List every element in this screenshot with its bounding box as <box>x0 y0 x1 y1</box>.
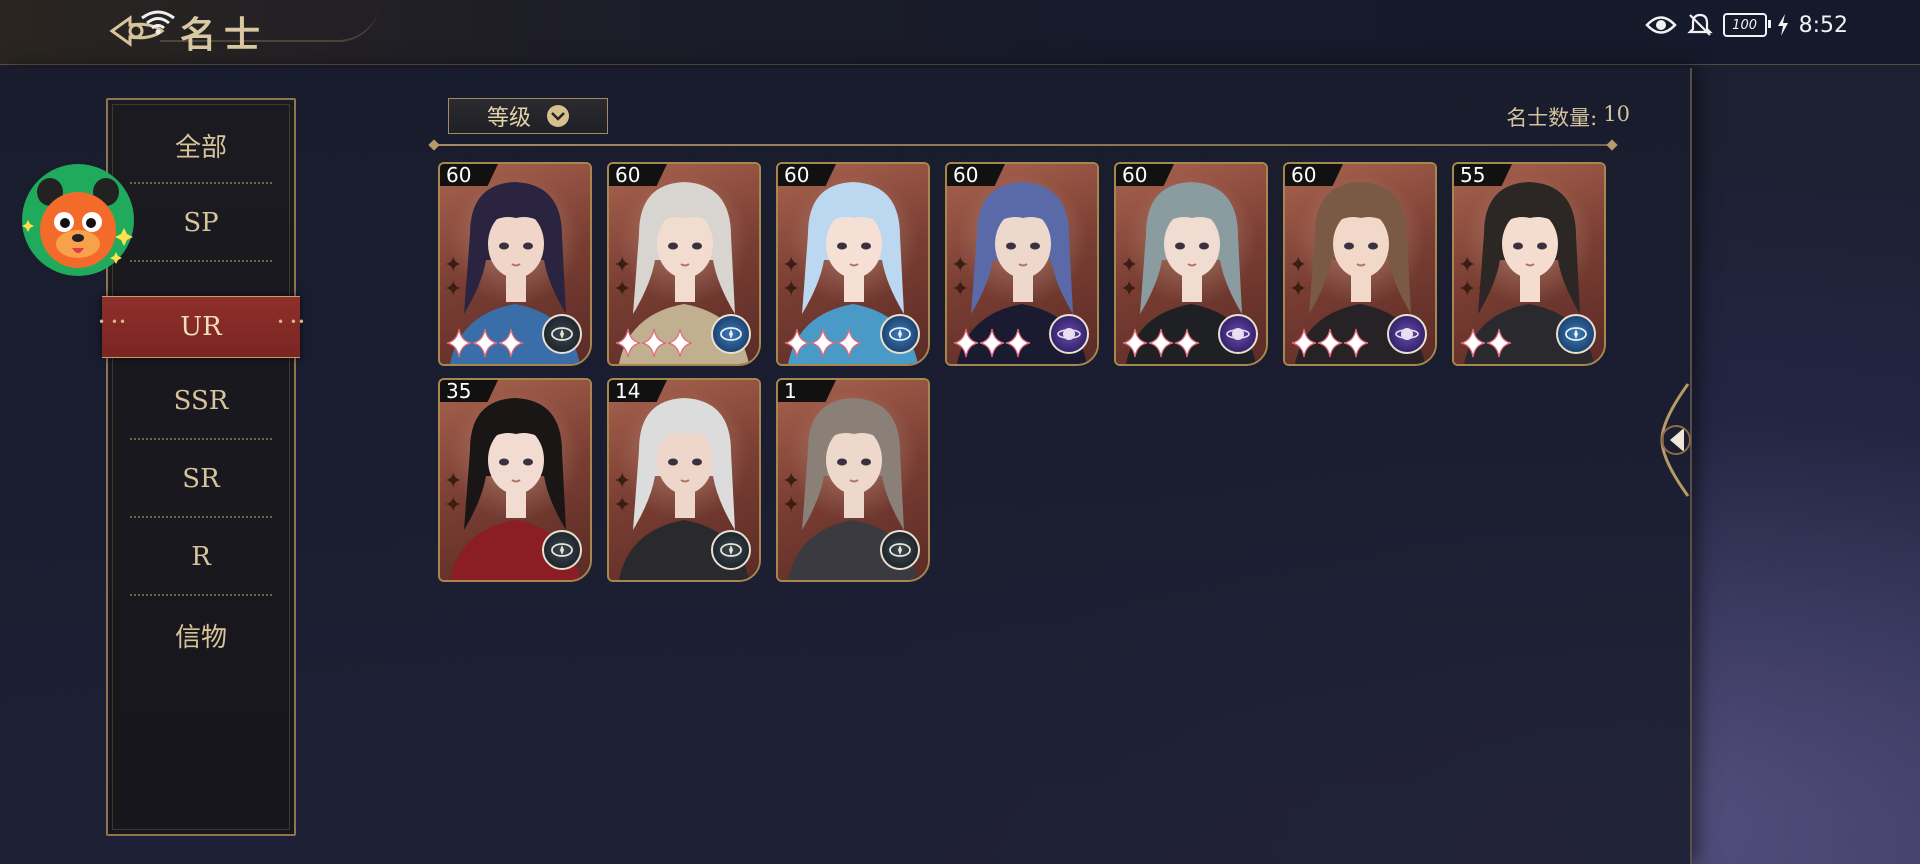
star-icon <box>1148 328 1174 358</box>
charging-icon <box>1777 14 1788 36</box>
star-rating <box>1291 328 1369 358</box>
faction-icon <box>542 530 582 570</box>
star-icon <box>953 328 979 358</box>
character-card[interactable]: ✦ ✦✦ 14 <box>607 378 761 582</box>
wifi-icon <box>140 8 176 36</box>
character-card[interactable]: ✦ ✦✦ 60 <box>1114 162 1268 366</box>
category-ssr[interactable]: SSR <box>108 362 294 440</box>
character-card[interactable]: ✦ ✦✦ 35 <box>438 378 592 582</box>
character-card[interactable]: ✦ ✦✦ 60 <box>945 162 1099 366</box>
star-icon <box>810 328 836 358</box>
star-icon <box>615 328 641 358</box>
mute-bell-icon <box>1686 13 1713 36</box>
star-icon <box>641 328 667 358</box>
faction-icon <box>880 530 920 570</box>
category-token[interactable]: 信物 <box>108 596 294 674</box>
star-icon <box>1122 328 1148 358</box>
character-count: 名士数量: 10 <box>1506 102 1630 132</box>
faction-icon <box>1218 314 1258 354</box>
star-icon <box>836 328 862 358</box>
star-icon <box>1005 328 1031 358</box>
character-card[interactable]: ✦ ✦✦ 1 <box>776 378 930 582</box>
character-card[interactable]: ✦ ✦✦ 60 <box>776 162 930 366</box>
character-card[interactable]: ✦ ✦✦ 60 <box>1283 162 1437 366</box>
mascot-icon <box>22 164 134 276</box>
faction-icon <box>1387 314 1427 354</box>
status-bar: 100 8:52 <box>1644 10 1848 40</box>
star-icon <box>1291 328 1317 358</box>
character-card[interactable]: ✦ ✦✦ 60 <box>438 162 592 366</box>
chevron-left-icon <box>1660 383 1691 497</box>
star-rating <box>1460 328 1512 358</box>
star-icon <box>472 328 498 358</box>
star-icon <box>1486 328 1512 358</box>
floating-assistant-button[interactable] <box>20 162 136 278</box>
page-title: 名士 <box>180 14 269 56</box>
faction-icon <box>542 314 582 354</box>
chevron-down-icon <box>547 105 569 127</box>
category-label: SR <box>182 464 220 494</box>
star-rating <box>615 328 693 358</box>
category-label: SSR <box>173 386 229 416</box>
category-r[interactable]: R <box>108 518 294 596</box>
faction-icon <box>880 314 920 354</box>
star-icon <box>498 328 524 358</box>
count-value: 10 <box>1603 102 1630 126</box>
faction-icon <box>1049 314 1089 354</box>
count-label-text: 名士数量: <box>1506 106 1598 130</box>
star-icon <box>667 328 693 358</box>
star-icon <box>979 328 1005 358</box>
side-expand-tab[interactable] <box>1658 380 1694 500</box>
faction-icon <box>711 530 751 570</box>
star-rating <box>784 328 862 358</box>
star-icon <box>1174 328 1200 358</box>
star-rating <box>446 328 524 358</box>
category-ur[interactable]: UR <box>98 296 306 358</box>
star-icon <box>1460 328 1486 358</box>
category-label: R <box>191 542 211 572</box>
sort-dropdown[interactable]: 等级 <box>448 98 608 134</box>
faction-icon <box>1556 314 1596 354</box>
character-card[interactable]: ✦ ✦✦ 55 <box>1452 162 1606 366</box>
battery-icon: 100 <box>1722 13 1771 37</box>
star-icon <box>1343 328 1369 358</box>
category-label: UR <box>180 312 222 342</box>
character-card[interactable]: ✦ ✦✦ 60 <box>607 162 761 366</box>
star-rating <box>953 328 1031 358</box>
category-label: 信物 <box>174 622 227 653</box>
header-divider <box>434 144 1612 146</box>
divider <box>130 260 272 262</box>
top-header <box>0 0 1920 65</box>
category-label: 全部 <box>174 132 227 163</box>
star-icon <box>446 328 472 358</box>
sort-label: 等级 <box>486 106 531 131</box>
category-sr[interactable]: SR <box>108 440 294 518</box>
star-icon <box>1317 328 1343 358</box>
eye-icon <box>1644 16 1677 34</box>
star-icon <box>784 328 810 358</box>
star-rating <box>1122 328 1200 358</box>
faction-icon <box>711 314 751 354</box>
category-label: SP <box>183 208 219 238</box>
clock-time: 8:52 <box>1798 12 1848 38</box>
